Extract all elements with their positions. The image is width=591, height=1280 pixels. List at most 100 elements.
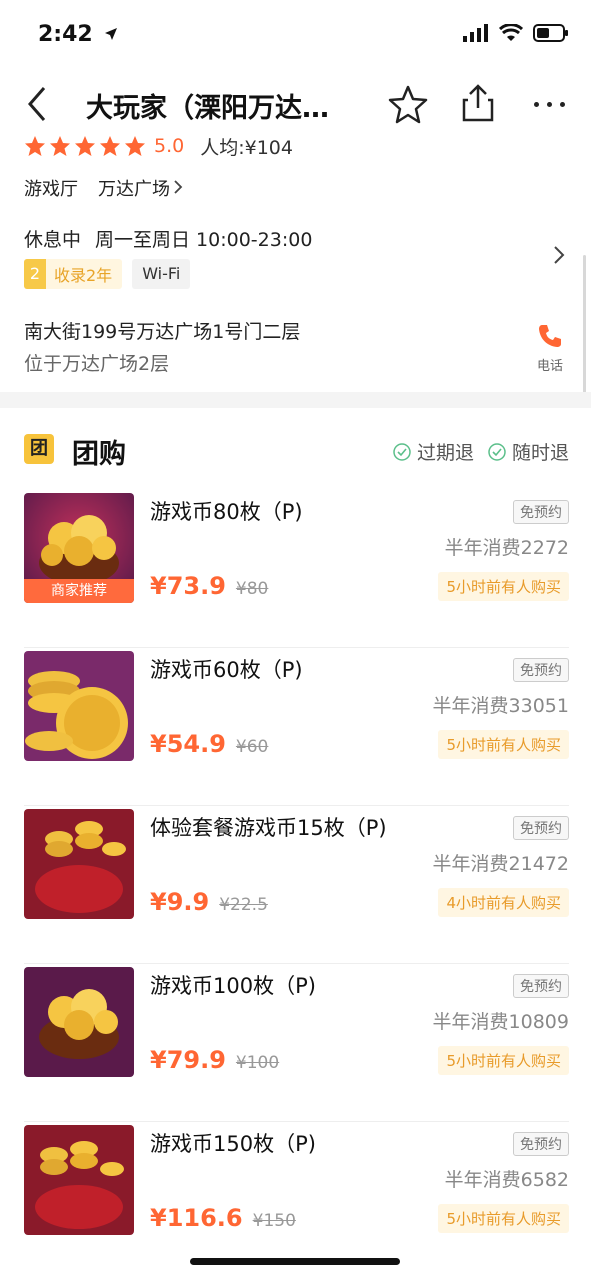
tag-years-label: 收录2年 (54, 266, 113, 285)
status-time: 2:42 (38, 22, 118, 47)
deal-name: 体验套餐游戏币15枚（P) (150, 816, 387, 840)
no-reservation-tag: 免预约 (513, 1132, 569, 1156)
rating-stars (24, 135, 146, 157)
star-filled-icon (100, 136, 120, 156)
deal-price: ¥9.9 ¥22.5 (150, 888, 268, 916)
price-original: ¥150 (252, 1211, 296, 1231)
tag-wifi: Wi-Fi (132, 259, 191, 289)
deal-name: 游戏币60枚（P) (150, 658, 303, 682)
shop-category: 游戏厅 (24, 179, 78, 200)
check-circle-icon (488, 442, 506, 461)
home-indicator[interactable] (190, 1258, 400, 1265)
deal-item[interactable]: 商家推荐 游戏币80枚（P) 免预约 半年消费2272 ¥73.9 ¥80 5小… (24, 490, 569, 648)
refund-policies: 过期退 随时退 (393, 438, 569, 465)
price-current: ¥79.9 (150, 1046, 226, 1074)
back-arrow-icon (28, 87, 46, 121)
deal-price: ¥54.9 ¥60 (150, 730, 268, 758)
hours-text: 周一至周日 10:00-23:00 (95, 229, 313, 251)
policy-expire-label: 过期退 (416, 442, 474, 464)
deal-image (24, 967, 134, 1077)
shop-info: 5.0 人均:¥104 游戏厅 万达广场 休息中 周一至周日 10:00-23:… (24, 133, 569, 375)
gold-coins-image (24, 651, 134, 761)
deal-price: ¥116.6 ¥150 (150, 1204, 296, 1232)
status-time-text: 2:42 (38, 22, 93, 47)
category-row: 游戏厅 万达广场 (24, 175, 183, 201)
price-original: ¥60 (235, 737, 269, 757)
location-arrow-icon (105, 28, 118, 40)
deal-sales: 半年消费10809 (432, 1011, 569, 1033)
group-buy-icon: 团 (24, 434, 54, 464)
more-dot (547, 102, 552, 107)
battery-icon (533, 24, 568, 42)
wifi-icon (499, 24, 523, 41)
address-note: 位于万达广场2层 (24, 353, 170, 375)
policy-anytime-refund: 随时退 (488, 438, 569, 465)
policy-expire-refund: 过期退 (393, 438, 474, 465)
deal-item[interactable]: 体验套餐游戏币15枚（P) 免预约 半年消费21472 ¥9.9 ¥22.5 4… (24, 806, 569, 964)
price-original: ¥22.5 (219, 895, 268, 915)
deal-sales: 半年消费2272 (444, 537, 569, 559)
gold-coins-image (24, 1125, 134, 1235)
shop-tags: 2 收录2年 Wi-Fi (24, 259, 191, 289)
deal-item[interactable]: 游戏币100枚（P) 免预约 半年消费10809 ¥79.9 ¥100 5小时前… (24, 964, 569, 1122)
policy-anytime-label: 随时退 (511, 442, 569, 464)
address[interactable]: 南大街199号万达广场1号门二层 (24, 317, 300, 344)
deal-name: 游戏币80枚（P) (150, 500, 303, 524)
mall-link[interactable]: 万达广场 (98, 175, 183, 201)
cellular-signal-icon (463, 24, 488, 42)
merchant-recommend-badge: 商家推荐 (24, 579, 134, 603)
recent-purchase: 5小时前有人购买 (438, 1046, 569, 1075)
rating-row: 5.0 人均:¥104 (24, 133, 569, 159)
more-dot (534, 102, 539, 107)
recent-purchase: 5小时前有人购买 (438, 572, 569, 601)
no-reservation-tag: 免预约 (513, 816, 569, 840)
favorite-button[interactable] (388, 84, 428, 124)
price-original: ¥100 (235, 1053, 280, 1073)
no-reservation-tag: 免预约 (513, 500, 569, 524)
more-button[interactable] (534, 102, 565, 107)
chevron-right-icon (174, 180, 183, 194)
tag-years-number: 2 (24, 259, 46, 289)
star-filled-icon (75, 136, 95, 156)
deal-item[interactable]: 游戏币150枚（P) 免预约 半年消费6582 ¥116.6 ¥150 5小时前… (24, 1122, 569, 1279)
average-price: 人均:¥104 (200, 136, 293, 159)
price-current: ¥73.9 (150, 572, 226, 600)
deal-sales: 半年消费21472 (432, 853, 569, 875)
deals-list: 商家推荐 游戏币80枚（P) 免预约 半年消费2272 ¥73.9 ¥80 5小… (24, 490, 569, 1279)
star-filled-icon (25, 136, 45, 156)
status-icons (463, 24, 569, 42)
tag-years: 2 收录2年 (24, 259, 123, 289)
star-filled-icon (50, 136, 70, 156)
scrollbar[interactable] (583, 255, 586, 405)
gold-coins-image (24, 967, 134, 1077)
phone-label: 电话 (536, 359, 563, 374)
price-current: ¥54.9 (150, 730, 226, 758)
share-icon (462, 84, 494, 122)
mall-link-label: 万达广场 (98, 179, 170, 200)
deal-image (24, 809, 134, 919)
check-circle-icon (393, 442, 411, 461)
deal-image (24, 651, 134, 761)
deal-name: 游戏币100枚（P) (150, 974, 316, 998)
star-outline-icon (388, 85, 428, 124)
page-title: 大玩家（溧阳万达… (86, 93, 329, 124)
share-button[interactable] (460, 82, 496, 122)
phone-icon (539, 325, 561, 347)
deal-sales: 半年消费33051 (432, 695, 569, 717)
deal-item[interactable]: 游戏币60枚（P) 免预约 半年消费33051 ¥54.9 ¥60 5小时前有人… (24, 648, 569, 806)
phone-button[interactable]: 电话 (530, 323, 570, 374)
deal-sales: 半年消费6582 (444, 1169, 569, 1191)
deal-price: ¥79.9 ¥100 (150, 1046, 279, 1074)
recent-purchase: 5小时前有人购买 (438, 730, 569, 759)
section-divider (0, 392, 591, 408)
back-button[interactable] (22, 84, 58, 124)
chevron-right-icon[interactable] (552, 245, 566, 265)
group-buy-title: 团购 (72, 439, 126, 470)
deal-image: 商家推荐 (24, 493, 134, 603)
gold-coins-image (24, 809, 134, 919)
rating-score: 5.0 (154, 135, 185, 157)
navbar: 大玩家（溧阳万达… (0, 72, 591, 138)
recent-purchase: 4小时前有人购买 (438, 888, 569, 917)
business-hours[interactable]: 休息中 周一至周日 10:00-23:00 (24, 225, 312, 252)
more-dot (560, 102, 565, 107)
